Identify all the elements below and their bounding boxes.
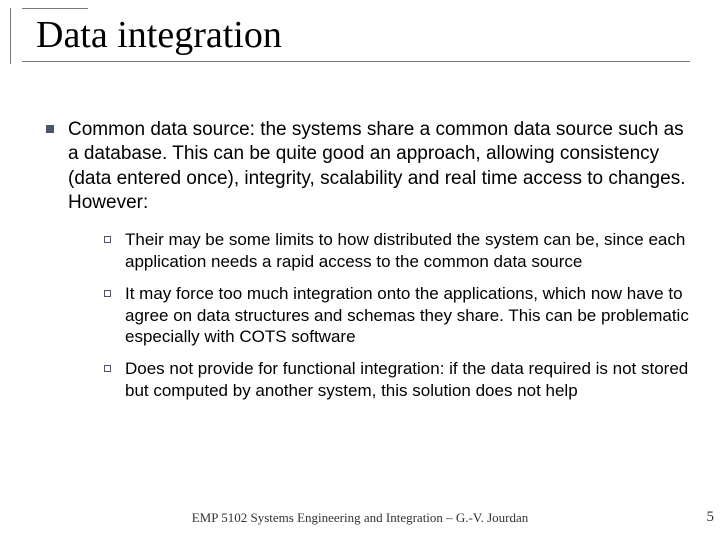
square-bullet-icon — [46, 125, 54, 133]
list-item: It may force too much integration onto t… — [104, 283, 690, 348]
bullet-body: Common data source: the systems share a … — [68, 118, 690, 412]
hollow-square-bullet-icon — [104, 236, 111, 243]
title-rule-vertical — [10, 8, 11, 64]
list-item-text: It may force too much integration onto t… — [125, 283, 690, 348]
content-area: Common data source: the systems share a … — [0, 62, 720, 412]
slide-footer: EMP 5102 Systems Engineering and Integra… — [0, 510, 720, 526]
list-item: Common data source: the systems share a … — [46, 118, 690, 412]
hollow-square-bullet-icon — [104, 290, 111, 297]
title-area: Data integration — [0, 0, 720, 62]
slide: Data integration Common data source: the… — [0, 0, 720, 540]
sublist: Their may be some limits to how distribu… — [68, 229, 690, 401]
page-title: Data integration — [12, 9, 708, 61]
list-item: Does not provide for functional integrat… — [104, 358, 690, 402]
hollow-square-bullet-icon — [104, 365, 111, 372]
list-item-text: Does not provide for functional integrat… — [125, 358, 690, 402]
list-item-text: Their may be some limits to how distribu… — [125, 229, 690, 273]
list-item-text: Common data source: the systems share a … — [68, 118, 690, 215]
list-item: Their may be some limits to how distribu… — [104, 229, 690, 273]
page-number: 5 — [707, 509, 715, 526]
